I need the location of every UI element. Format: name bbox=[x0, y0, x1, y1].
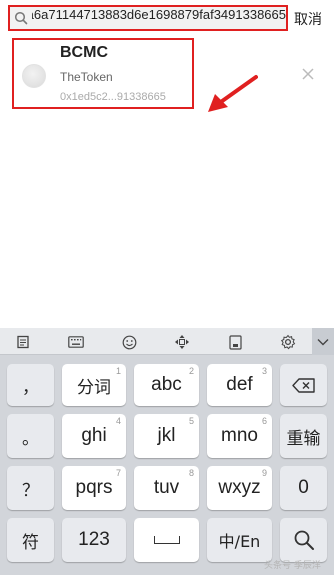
keyboard-toolbar bbox=[0, 328, 334, 355]
key-ghi[interactable]: ghi 4 bbox=[62, 414, 126, 458]
clipboard-icon[interactable] bbox=[225, 332, 245, 352]
search-icon bbox=[294, 530, 314, 550]
key-numbers[interactable]: 123 bbox=[62, 518, 126, 562]
key-jkl[interactable]: jkl 5 bbox=[134, 414, 199, 458]
keyboard-icon[interactable] bbox=[66, 332, 86, 352]
key-search[interactable] bbox=[280, 518, 327, 562]
key-mno[interactable]: mno 6 bbox=[207, 414, 272, 458]
search-icon bbox=[10, 7, 32, 29]
watermark: 头条号 季辰洋 bbox=[264, 561, 321, 571]
key-comma[interactable]: ， bbox=[7, 364, 54, 406]
key-period[interactable]: 。 bbox=[7, 414, 54, 458]
collapse-icon[interactable] bbox=[312, 328, 334, 355]
key-abc[interactable]: abc 2 bbox=[134, 364, 199, 406]
key-fenci[interactable]: 分词 1 bbox=[62, 364, 126, 406]
token-address: 0x1ed5c2...91338665 bbox=[60, 91, 166, 103]
key-zero[interactable]: 0 bbox=[280, 466, 327, 510]
cancel-button[interactable]: 取消 bbox=[294, 9, 322, 29]
close-icon[interactable] bbox=[300, 66, 316, 82]
key-language-switch[interactable]: 中/En bbox=[207, 518, 272, 562]
settings-icon[interactable] bbox=[278, 332, 298, 352]
key-backspace[interactable] bbox=[280, 364, 327, 406]
search-input[interactable]: 0x45a4d3b8149cf5f1bd9a6a71144713883d6e16… bbox=[32, 7, 286, 29]
key-symbols[interactable]: 符 bbox=[7, 518, 54, 562]
ime-keyboard: ， 分词 1 abc 2 def 3 。 ghi 4 jkl 5 mno 6 重… bbox=[0, 328, 334, 575]
token-logo bbox=[22, 64, 46, 88]
key-pqrs[interactable]: pqrs 7 bbox=[62, 466, 126, 510]
search-box[interactable]: 0x45a4d3b8149cf5f1bd9a6a71144713883d6e16… bbox=[8, 5, 288, 31]
move-cursor-icon[interactable] bbox=[172, 332, 192, 352]
space-icon bbox=[153, 536, 180, 544]
search-bar: 0x45a4d3b8149cf5f1bd9a6a71144713883d6e16… bbox=[0, 0, 334, 36]
key-def[interactable]: def 3 bbox=[207, 364, 272, 406]
arrow-annotation-icon bbox=[208, 75, 258, 112]
key-question[interactable]: ？ bbox=[7, 466, 54, 510]
key-wxyz[interactable]: wxyz 9 bbox=[207, 466, 272, 510]
key-reinput[interactable]: 重输 bbox=[280, 414, 327, 458]
backspace-icon bbox=[291, 377, 315, 393]
token-result-item[interactable]: BCMC TheToken 0x1ed5c2...91338665 bbox=[0, 36, 334, 112]
key-space[interactable] bbox=[134, 518, 199, 562]
notepad-icon[interactable] bbox=[13, 332, 33, 352]
key-tuv[interactable]: tuv 8 bbox=[134, 466, 199, 510]
token-symbol: BCMC bbox=[60, 44, 108, 61]
emoji-icon[interactable] bbox=[119, 332, 139, 352]
token-name: TheToken bbox=[60, 70, 113, 84]
